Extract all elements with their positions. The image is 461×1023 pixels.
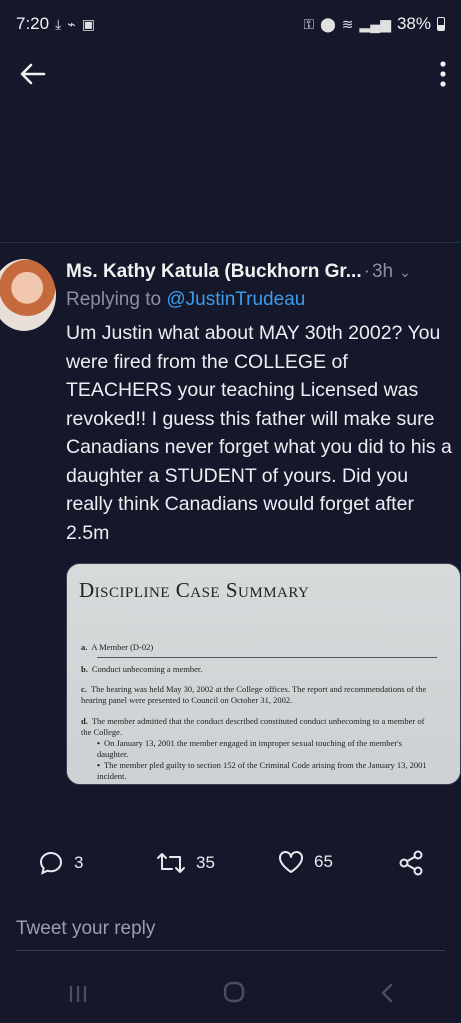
home-icon[interactable] <box>222 980 246 1011</box>
reply-count: 3 <box>74 853 84 872</box>
back-arrow-icon[interactable] <box>20 61 46 91</box>
share-button[interactable] <box>398 850 424 876</box>
item-label: c. <box>81 684 87 694</box>
more-vertical-icon[interactable] <box>439 61 447 91</box>
share-icon <box>398 850 424 876</box>
item-label: • <box>97 738 100 748</box>
item-label: • <box>97 760 100 770</box>
document-title: Discipline Case Summary <box>79 578 310 602</box>
retweet-button[interactable]: 35 <box>156 850 215 876</box>
status-right: ⚿ ⬤ ≋ ▂▄▆ 38% <box>303 14 445 34</box>
document-item: • The member pled guilty to section 152 o… <box>97 760 435 781</box>
reply-button[interactable]: 3 <box>38 850 83 876</box>
document-item: a. A Member (D-02) <box>81 642 436 653</box>
item-text: A Member (D-02) <box>91 642 154 652</box>
heart-icon <box>278 850 304 874</box>
reply-placeholder: Tweet your reply <box>16 918 156 939</box>
tweet-actions: 3 35 65 <box>0 850 461 886</box>
status-time: 7:20 <box>16 14 50 33</box>
tweet-text: Um Justin what about MAY 30th 2002? You … <box>66 322 452 544</box>
signal-icon: ▂▄▆ <box>359 15 391 32</box>
document-item: c. The hearing was held May 30, 2002 at t… <box>81 684 436 705</box>
document-item: d. The member admitted that the conduct d… <box>81 716 436 737</box>
item-text: The hearing was held May 30, 2002 at the… <box>81 684 427 705</box>
separator-dot: · <box>363 261 370 282</box>
mention-link[interactable]: @JustinTrudeau <box>166 289 305 310</box>
avatar[interactable] <box>0 259 56 331</box>
app-icon: ▣ <box>81 15 95 32</box>
item-label: d. <box>81 716 88 726</box>
tweet-time: 3h <box>371 261 394 282</box>
item-label: a. <box>81 642 88 652</box>
retweet-icon <box>156 850 186 876</box>
tweet[interactable]: Ms. Kathy Katula (Buckhorn Gr... · 3h ⌄ … <box>0 242 461 821</box>
reply-input[interactable]: Tweet your reply <box>16 908 445 951</box>
battery-percent: 38% <box>396 14 431 33</box>
like-count: 65 <box>314 852 333 871</box>
like-button[interactable]: 65 <box>278 850 333 874</box>
download-icon: ⤓ <box>55 15 62 32</box>
replying-to: Replying to @JustinTrudeau <box>66 289 305 311</box>
document-item: • On January 13, 2001 the member engaged … <box>97 738 435 759</box>
status-bar: 7:20 ⤓ ⌁ ▣ ⚿ ⬤ ≋ ▂▄▆ 38% <box>0 0 461 48</box>
document-image: Discipline Case Summary a. A Member (D-02… <box>67 564 460 784</box>
back-icon[interactable] <box>379 980 395 1011</box>
vpn-icon: ⌁ <box>67 15 76 32</box>
author-row: Ms. Kathy Katula (Buckhorn Gr... · 3h ⌄ <box>66 261 446 283</box>
item-text: Conduct unbecoming a member. <box>91 664 203 674</box>
item-text: On January 13, 2001 the member engaged i… <box>97 738 402 759</box>
document-item: b. Conduct unbecoming a member. <box>81 664 436 675</box>
battery-icon <box>437 17 445 31</box>
document-rule <box>97 657 437 658</box>
location-icon: ⬤ <box>320 15 336 32</box>
key-icon: ⚿ <box>303 15 315 32</box>
system-nav-bar <box>0 968 461 1023</box>
reply-icon <box>38 850 64 876</box>
retweet-count: 35 <box>196 853 215 872</box>
item-text: The member pled guilty to section 152 of… <box>97 760 427 781</box>
tweet-media[interactable]: Discipline Case Summary a. A Member (D-02… <box>66 563 461 785</box>
replying-prefix: Replying to <box>66 289 167 310</box>
author-name[interactable]: Ms. Kathy Katula (Buckhorn Gr... <box>66 261 362 283</box>
top-bar <box>0 48 461 104</box>
recent-apps-icon[interactable] <box>67 980 89 1011</box>
item-label: b. <box>81 664 88 674</box>
chevron-down-icon[interactable]: ⌄ <box>399 264 411 281</box>
status-left: 7:20 ⤓ ⌁ ▣ <box>16 14 95 34</box>
wifi-icon: ≋ <box>341 15 354 32</box>
item-text: The member admitted that the conduct des… <box>81 716 425 737</box>
